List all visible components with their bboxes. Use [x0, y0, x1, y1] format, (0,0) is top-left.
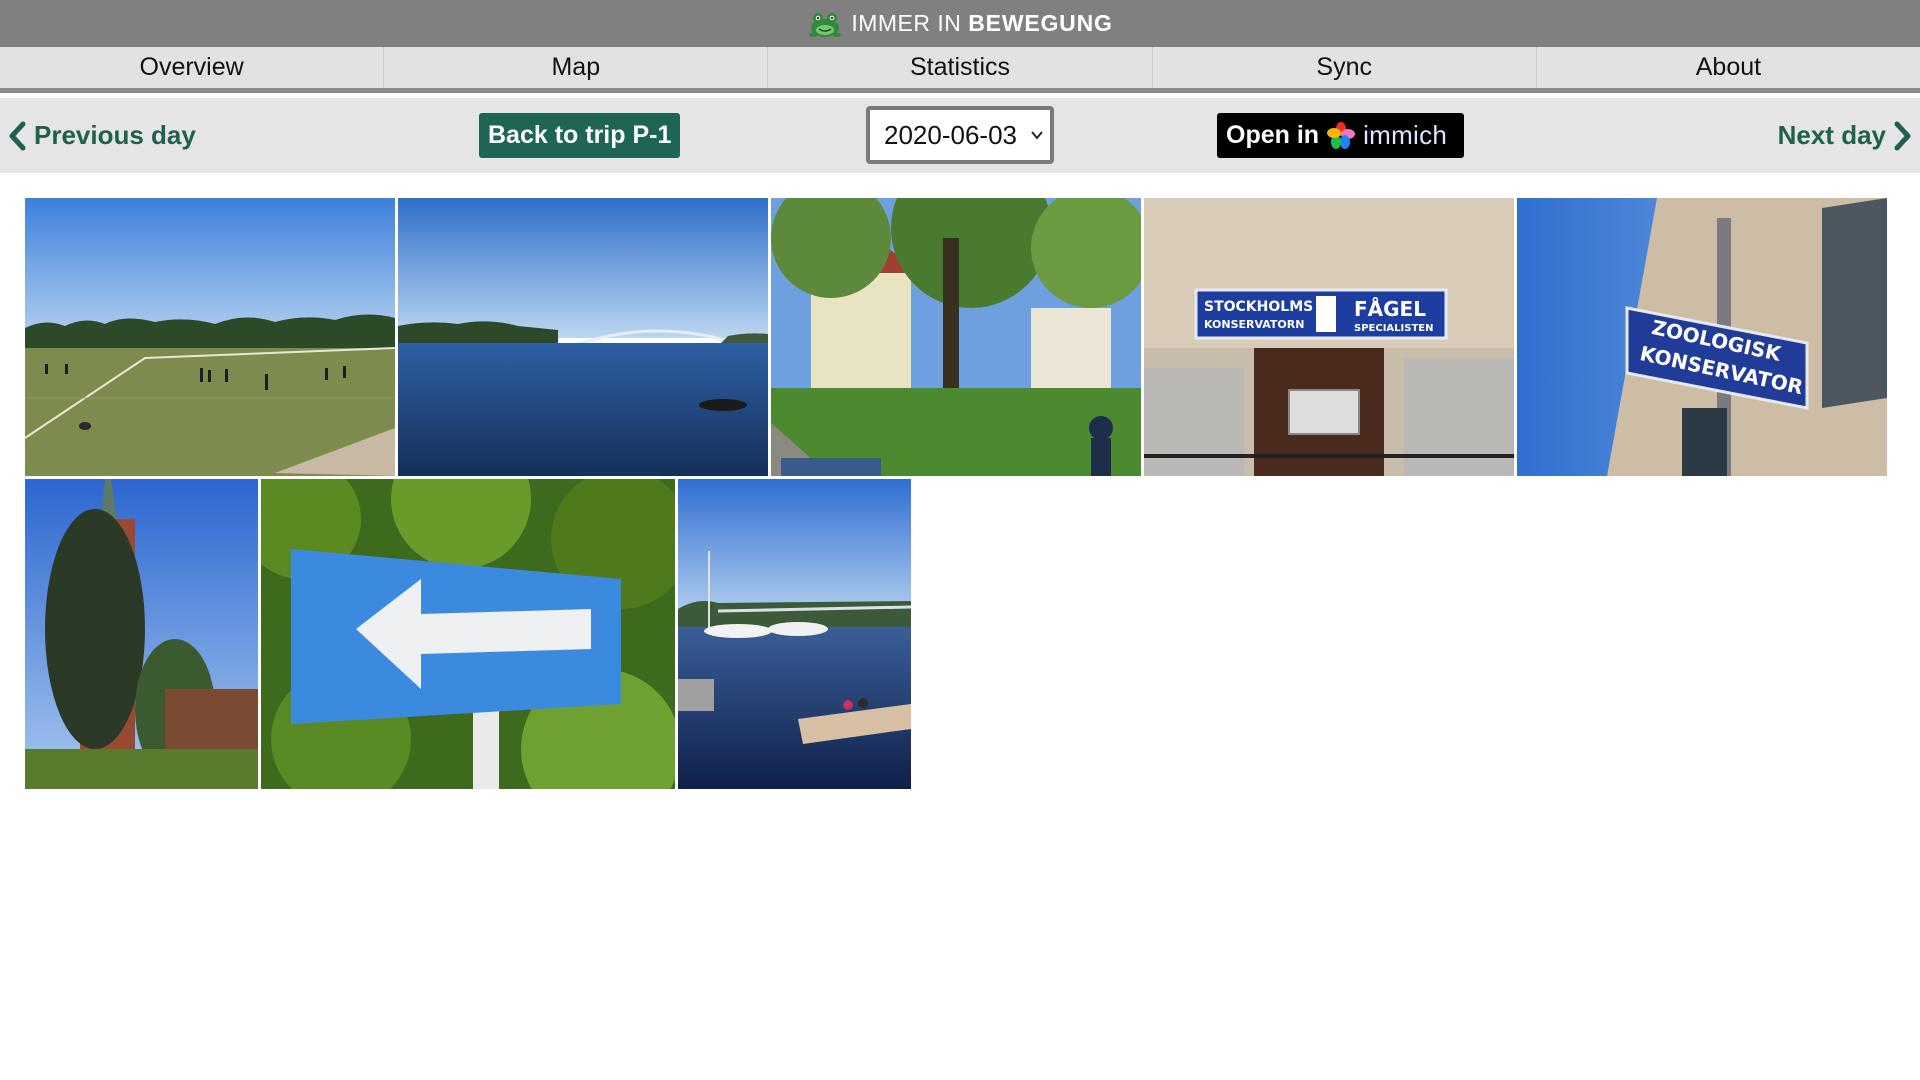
brick-tower-photo[interactable] [25, 479, 258, 789]
main-nav: Overview Map Statistics Sync About [0, 47, 1920, 93]
arrow-sign-photo[interactable] [261, 479, 675, 789]
zoologisk-konservator-sign-photo[interactable]: ZOOLOGISK KONSERVATOR [1517, 198, 1887, 476]
stockholms-konservatorn-sign-photo[interactable]: STOCKHOLMS KONSERVATORN FÅGEL SPECIALIST… [1144, 198, 1514, 476]
open-in-immich-button[interactable]: Open in immich [1217, 113, 1464, 158]
marina-photo[interactable] [678, 479, 911, 789]
svg-text:FÅGEL: FÅGEL [1354, 297, 1426, 321]
football-field-photo[interactable] [25, 198, 395, 476]
lake-bridge-photo[interactable] [398, 198, 768, 476]
previous-day-label: Previous day [34, 120, 196, 150]
app-header: IMMER IN BEWEGUNG [0, 0, 1920, 47]
date-select[interactable]: 2020-06-03 [866, 106, 1054, 164]
immich-logo-icon [1327, 121, 1356, 149]
chevron-down-icon [1031, 131, 1043, 140]
date-select-value: 2020-06-03 [884, 119, 1017, 150]
chevron-left-icon [9, 121, 26, 150]
svg-text:STOCKHOLMS: STOCKHOLMS [1204, 299, 1313, 315]
next-day-link[interactable]: Next day [1778, 98, 1912, 173]
nav-sync[interactable]: Sync [1153, 47, 1537, 88]
immich-label: immich [1363, 120, 1448, 150]
svg-text:SPECIALISTEN: SPECIALISTEN [1354, 323, 1433, 334]
nav-map[interactable]: Map [384, 47, 769, 88]
nav-overview[interactable]: Overview [0, 47, 385, 88]
nav-about[interactable]: About [1537, 47, 1920, 88]
day-toolbar: Previous day Back to trip P-1 2020-06-03… [0, 98, 1920, 173]
frog-icon [809, 12, 842, 37]
open-in-label: Open in [1226, 121, 1320, 149]
chevron-right-icon [1894, 121, 1911, 150]
next-day-label: Next day [1777, 120, 1886, 150]
svg-text:KONSERVATORN: KONSERVATORN [1204, 318, 1304, 331]
nav-statistics[interactable]: Statistics [768, 47, 1153, 88]
previous-day-link[interactable]: Previous day [8, 98, 196, 173]
app-title: IMMER IN BEWEGUNG [851, 10, 1113, 36]
back-to-trip-button[interactable]: Back to trip P-1 [479, 113, 681, 158]
garden-house-photo[interactable] [771, 198, 1141, 476]
